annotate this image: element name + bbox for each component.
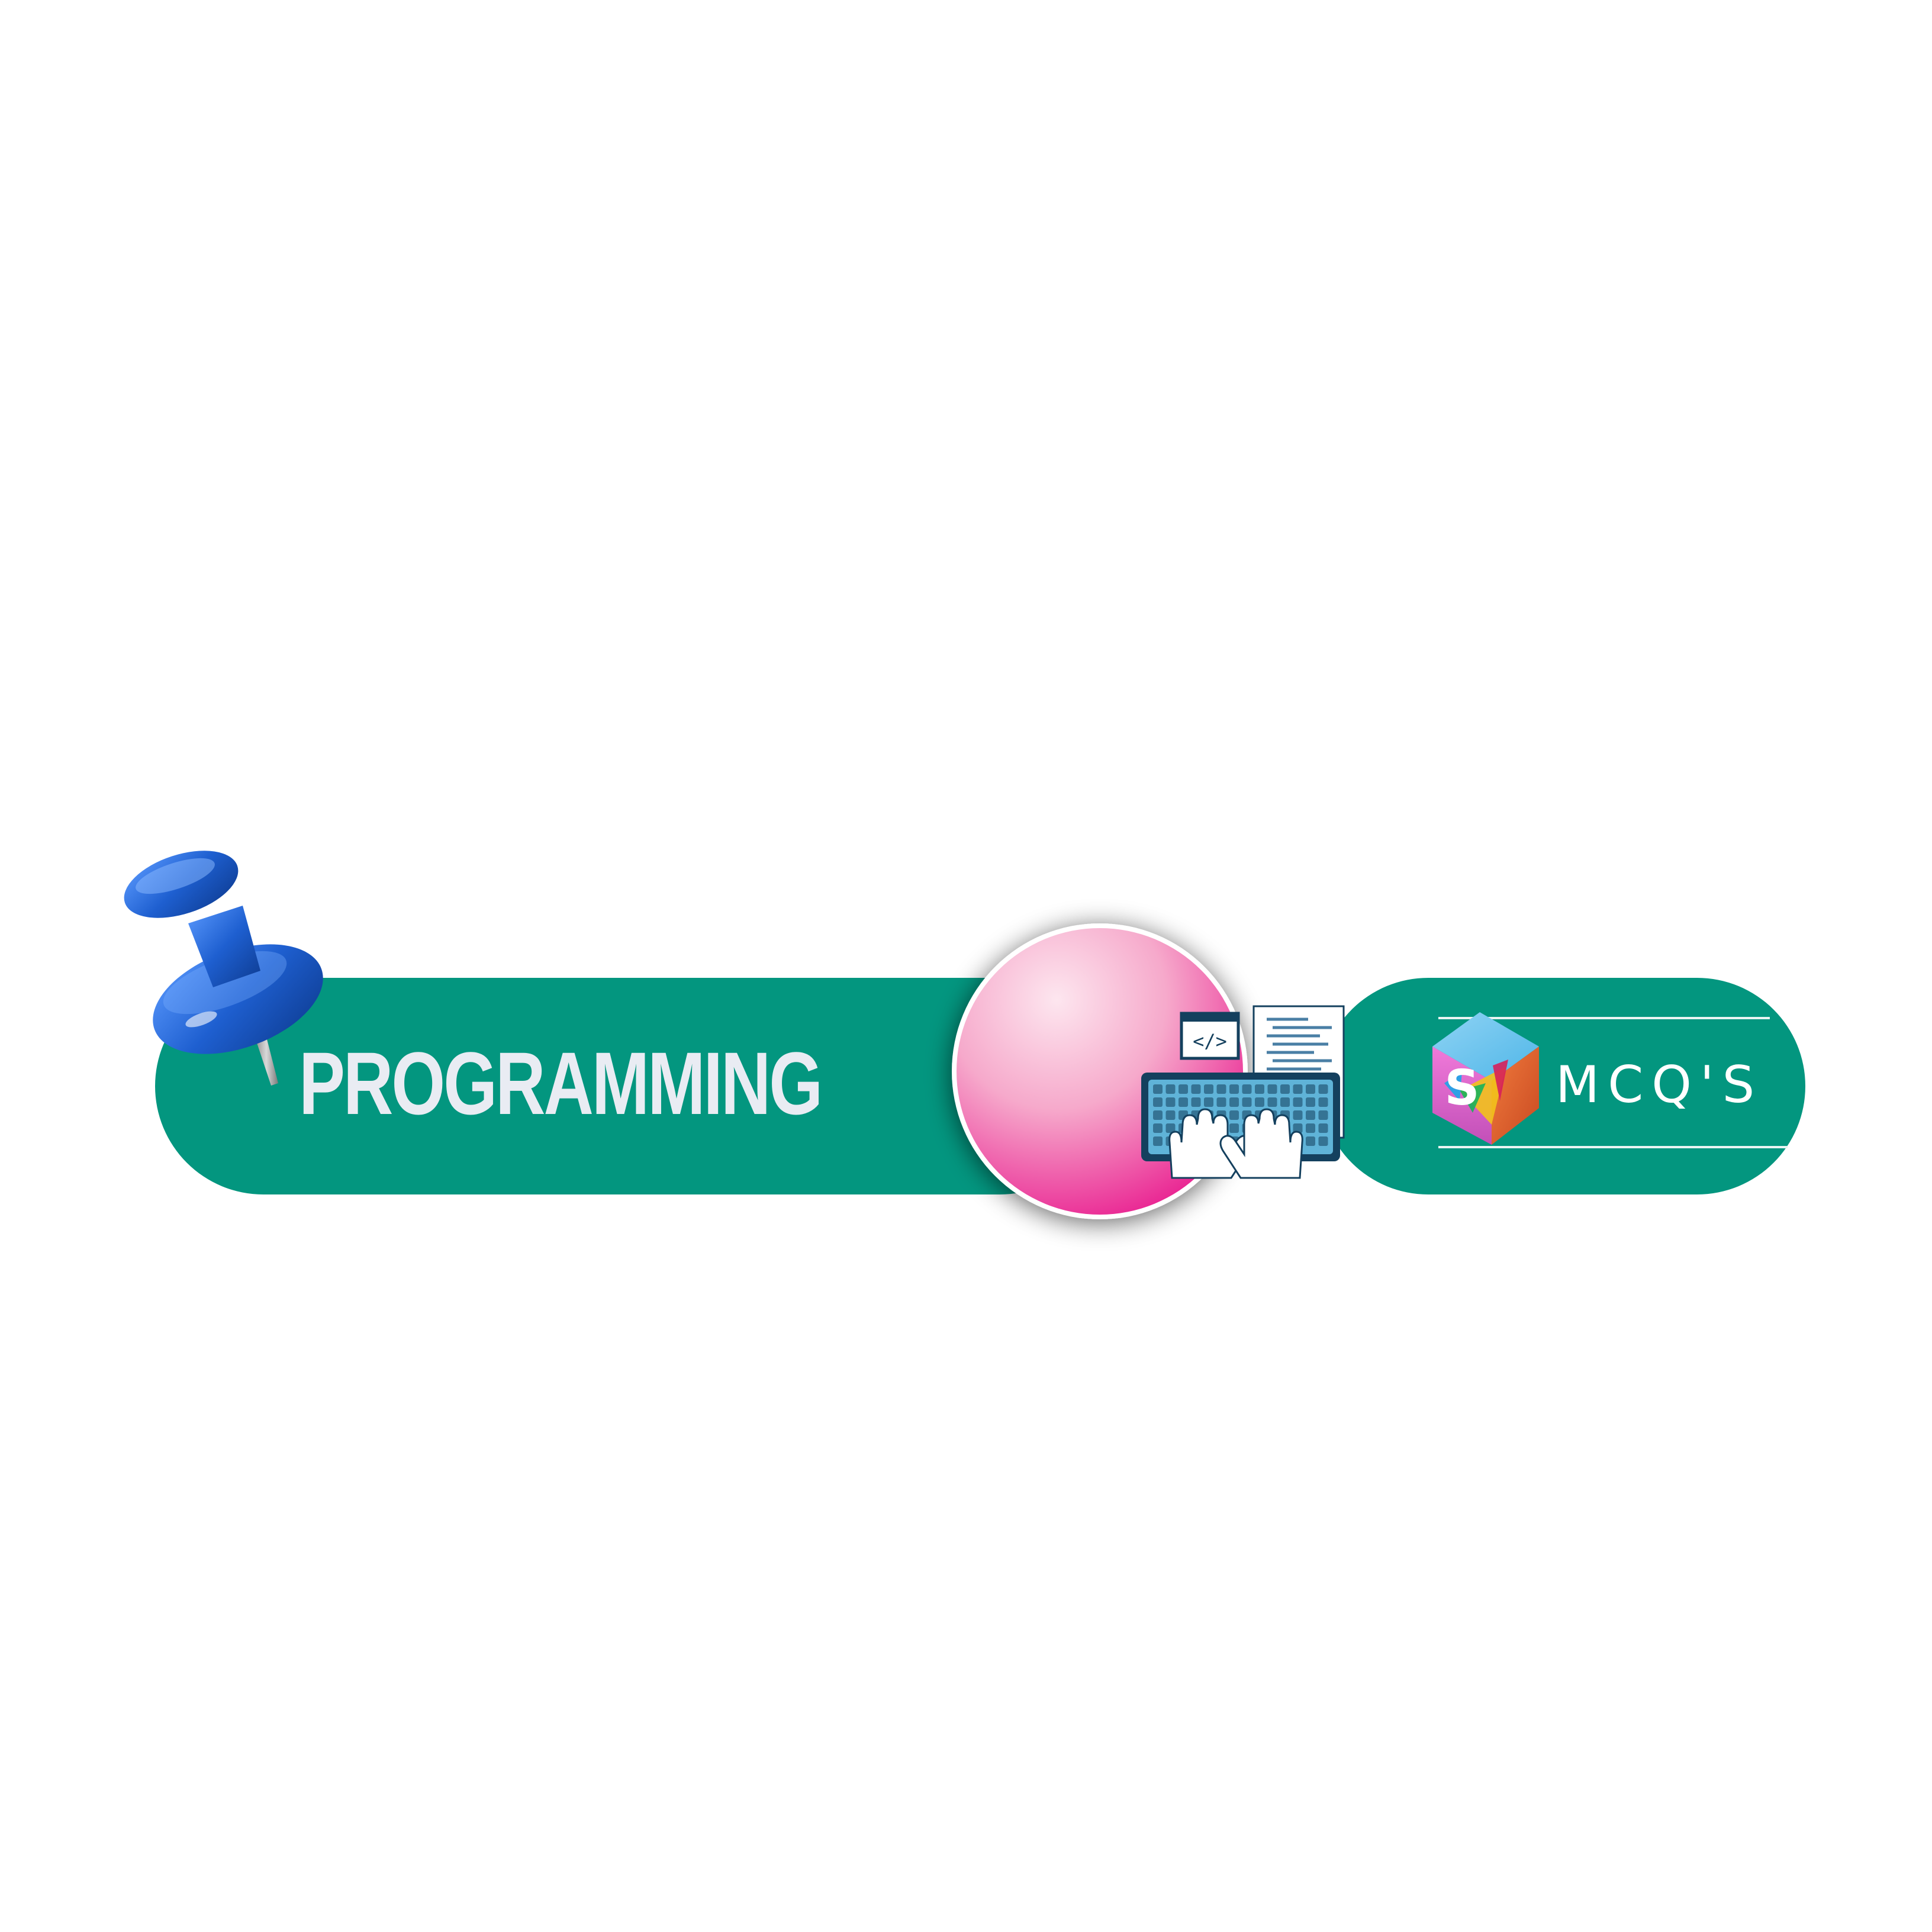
- keyboard-key: [1191, 1097, 1201, 1107]
- keyboard-key: [1178, 1136, 1188, 1146]
- keyboard-key: [1255, 1097, 1264, 1107]
- keyboard-key: [1204, 1097, 1213, 1107]
- keyboard-key: [1191, 1110, 1201, 1120]
- brand-name: MCQ'S: [1556, 1055, 1763, 1115]
- coding-emblem: </>: [124, 851, 1345, 1219]
- keyboard-key: [1280, 1136, 1290, 1146]
- keyboard-key: [1280, 1110, 1290, 1120]
- keyboard-key: [1318, 1136, 1328, 1146]
- keyboard-key: [1165, 1136, 1176, 1146]
- keyboard-key: [1267, 1123, 1277, 1133]
- keyboard-key: [1191, 1136, 1201, 1146]
- keyboard-key: [1165, 1084, 1176, 1094]
- keyboard-key: [1165, 1123, 1176, 1133]
- keyboard-key: [1267, 1097, 1277, 1107]
- keyboard-key: [1242, 1097, 1252, 1107]
- keyboard-key: [1204, 1123, 1213, 1133]
- keyboard-key: [1255, 1110, 1264, 1120]
- keyboard-key: [1204, 1110, 1213, 1120]
- keyboard-key: [1242, 1136, 1252, 1146]
- keyboard-key: [1306, 1084, 1315, 1094]
- keyboard-key: [1255, 1123, 1264, 1133]
- keyboard-key: [1165, 1110, 1176, 1120]
- keyboard-key: [1255, 1136, 1264, 1146]
- keyboard-key: [1306, 1123, 1315, 1133]
- decorative-line-bottom: [1438, 1146, 1788, 1148]
- decorative-line-top: [1438, 1017, 1770, 1019]
- keyboard-key: [1267, 1136, 1277, 1146]
- keyboard-key: [1280, 1123, 1290, 1133]
- keyboard-key: [1216, 1097, 1226, 1107]
- keyboard-key: [1255, 1084, 1264, 1094]
- keyboard-key: [1293, 1110, 1303, 1120]
- keyboard-key: [1280, 1084, 1290, 1094]
- keyboard-key: [1293, 1136, 1303, 1146]
- keyboard-key: [1178, 1084, 1188, 1094]
- keyboard-key: [1293, 1097, 1303, 1107]
- keyboard-key: [1178, 1110, 1188, 1120]
- keyboard-key: [1153, 1123, 1163, 1133]
- keyboard-key: [1216, 1084, 1226, 1094]
- banner-title: PROGRAMMING: [299, 1033, 823, 1133]
- keyboard-key: [1229, 1084, 1239, 1094]
- keyboard-key: [1153, 1110, 1163, 1120]
- keyboard-coding-icon: </>: [1141, 1005, 1345, 1179]
- keyboard-key: [1229, 1110, 1239, 1120]
- keyboard-key: [1306, 1136, 1315, 1146]
- keyboard-key: [1306, 1110, 1315, 1120]
- keyboard-key: [1306, 1097, 1315, 1107]
- keyboard-key: [1153, 1136, 1163, 1146]
- keyboard-key: [1242, 1123, 1252, 1133]
- keyboard-key: [1178, 1123, 1188, 1133]
- banner-stage: PROGRAMMING S MCQ'S </>: [0, 0, 1932, 1932]
- keyboard-key: [1293, 1123, 1303, 1133]
- keyboard-key: [1229, 1123, 1239, 1133]
- keyboard-key: [1293, 1084, 1303, 1094]
- keyboard-key: [1229, 1136, 1239, 1146]
- keyboard-key: [1242, 1084, 1252, 1094]
- keyboard-key: [1267, 1084, 1277, 1094]
- keyboard-key: [1216, 1110, 1226, 1120]
- keyboard-key: [1229, 1097, 1239, 1107]
- brand-logo: S: [1432, 1012, 1539, 1145]
- keyboard-key: [1165, 1097, 1176, 1107]
- keyboard-key: [1216, 1136, 1226, 1146]
- keyboard-key: [1267, 1110, 1277, 1120]
- keyboard-key: [1242, 1110, 1252, 1120]
- keyboard-key: [1178, 1097, 1188, 1107]
- keyboard-key: [1191, 1084, 1201, 1094]
- keyboard-key: [1153, 1084, 1163, 1094]
- keyboard-key: [1204, 1084, 1213, 1094]
- keyboard-key: [1280, 1097, 1290, 1107]
- keyboard-key: [1204, 1136, 1213, 1146]
- keyboard-key: [1216, 1123, 1226, 1133]
- code-tag: </>: [1193, 1030, 1227, 1052]
- keyboard-key: [1153, 1097, 1163, 1107]
- keyboard-key: [1191, 1123, 1201, 1133]
